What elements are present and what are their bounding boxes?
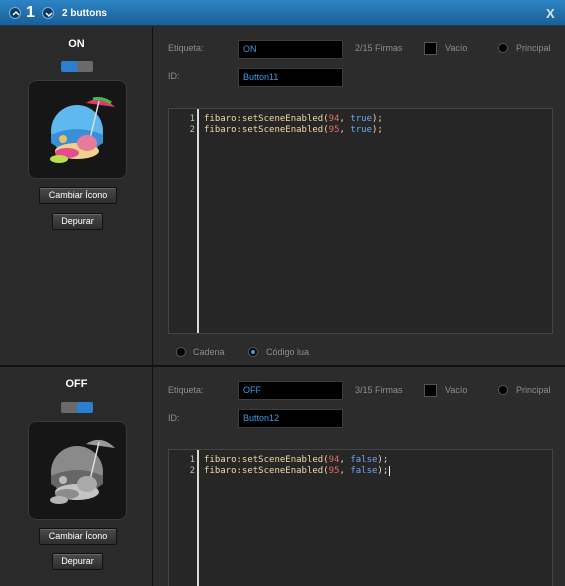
debug-button[interactable]: Depurar (52, 553, 103, 570)
state-toggle[interactable] (61, 402, 93, 413)
principal-label: Principal (516, 43, 551, 53)
button-title: OFF (65, 378, 88, 390)
code-line: fibaro:setSceneEnabled(94, false); (204, 455, 389, 465)
beach-icon (28, 80, 127, 179)
button-section-off: OFF Cambiar Ícono Depurar Etiqueta: OFF … (0, 367, 565, 586)
button-preview-panel: ON Cambiar Ícono Depurar (0, 27, 153, 365)
principal-radio[interactable] (498, 43, 508, 53)
panel-title: 2 buttons (62, 8, 107, 19)
line-number: 2 (189, 125, 195, 135)
firmas-count: 3/15 Firmas (355, 385, 403, 395)
title-bar: 1 2 buttons X (0, 0, 565, 26)
cadena-label: Cadena (193, 347, 225, 357)
state-toggle[interactable] (61, 61, 93, 72)
vacio-label: Vacío (445, 385, 468, 395)
firmas-count: 2/15 Firmas (355, 43, 403, 53)
principal-radio[interactable] (498, 385, 508, 395)
id-caption: ID: (168, 71, 180, 81)
vd-number: 1 (26, 4, 35, 21)
code-editor[interactable]: 1 fibaro:setSceneEnabled(94, true); 2 fi… (168, 108, 553, 334)
lua-code-label: Código lua (266, 347, 310, 357)
label-caption: Etiqueta: (168, 43, 204, 53)
lua-code-radio[interactable] (248, 347, 258, 357)
button-preview-panel: OFF Cambiar Ícono Depurar (0, 367, 153, 586)
expand-icon[interactable] (42, 7, 54, 19)
label-field[interactable]: OFF (238, 381, 343, 400)
line-number: 1 (189, 455, 195, 465)
principal-label: Principal (516, 385, 551, 395)
line-gutter (169, 109, 199, 333)
beach-icon (28, 421, 127, 520)
button-section-on: ON Cambiar Ícono Depurar Etiqueta: ON 2/… (0, 27, 565, 365)
code-line: fibaro:setSceneEnabled(94, true); (204, 114, 383, 124)
cadena-radio[interactable] (176, 347, 186, 357)
vacio-checkbox[interactable] (424, 384, 437, 397)
label-field[interactable]: ON (238, 40, 343, 59)
line-number: 2 (189, 466, 195, 476)
id-caption: ID: (168, 413, 180, 423)
id-field[interactable]: Button12 (238, 409, 343, 428)
line-number: 1 (189, 114, 195, 124)
vacio-label: Vacío (445, 43, 468, 53)
vacio-checkbox[interactable] (424, 42, 437, 55)
label-caption: Etiqueta: (168, 385, 204, 395)
code-editor[interactable]: 1 fibaro:setSceneEnabled(94, false); 2 f… (168, 449, 553, 586)
close-button[interactable]: X (546, 6, 555, 21)
text-cursor (389, 466, 391, 476)
code-line: fibaro:setSceneEnabled(95, false); (204, 466, 391, 476)
change-icon-button[interactable]: Cambiar Ícono (39, 528, 117, 545)
change-icon-button[interactable]: Cambiar Ícono (39, 187, 117, 204)
button-title: ON (68, 38, 85, 50)
code-line: fibaro:setSceneEnabled(95, true); (204, 125, 383, 135)
id-field[interactable]: Button11 (238, 68, 343, 87)
collapse-icon[interactable] (9, 7, 21, 19)
debug-button[interactable]: Depurar (52, 213, 103, 230)
